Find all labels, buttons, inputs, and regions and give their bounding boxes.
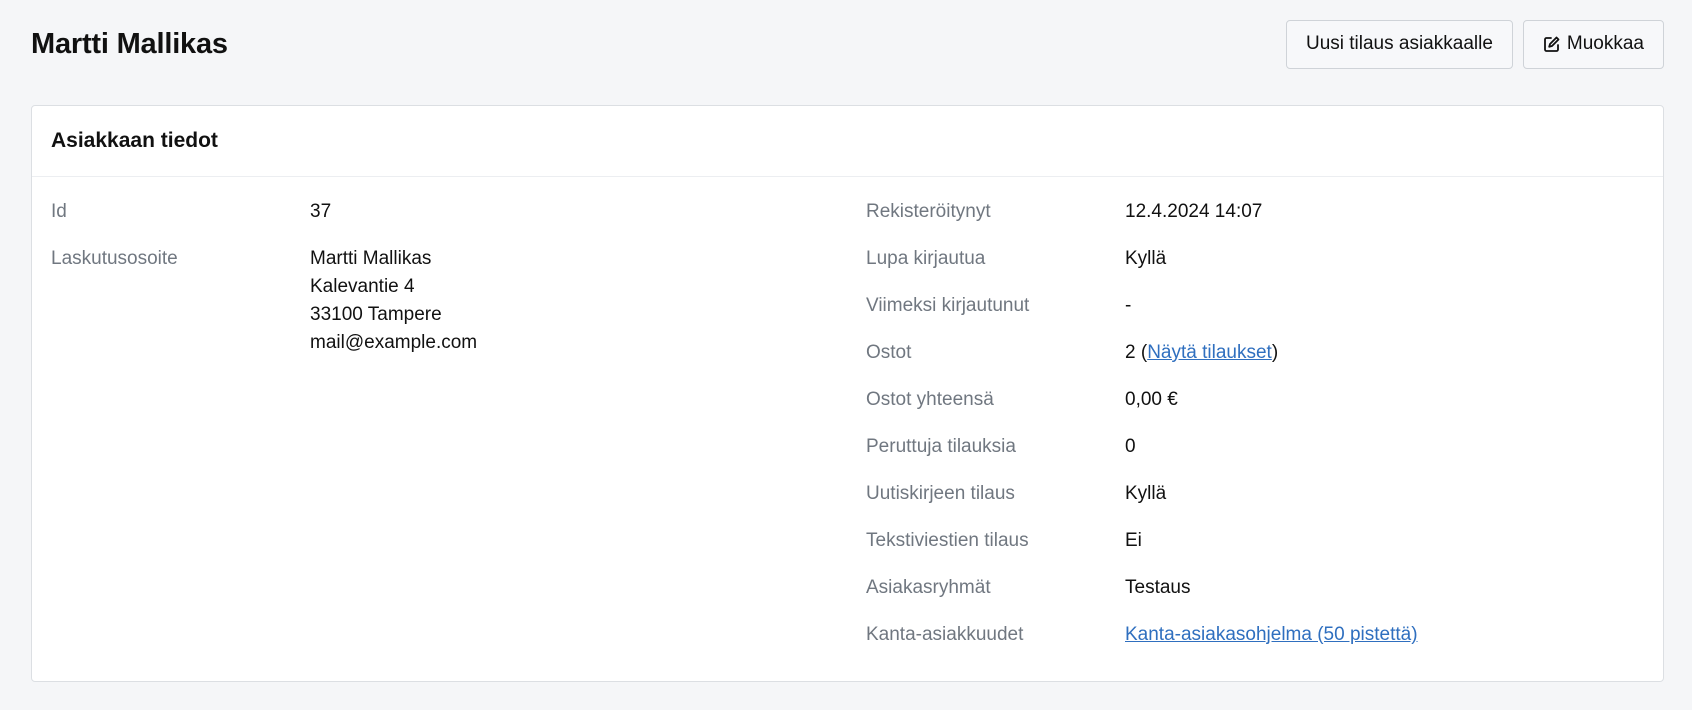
loyalty-program-link[interactable]: Kanta-asiakasohjelma (50 pistettä) (1125, 624, 1418, 645)
new-order-button-label: Uusi tilaus asiakkaalle (1305, 33, 1493, 54)
billing-address: Martti Mallikas Kalevantie 4 33100 Tampe… (310, 245, 477, 357)
field-label: Lupa kirjautua (866, 248, 986, 269)
header-actions: Uusi tilaus asiakkaalle Muokkaa (1285, 19, 1664, 69)
field-billing-address: Laskutusosoite Martti Mallikas Kalevanti… (51, 245, 831, 357)
customer-info-card: Asiakkaan tiedot Id 37 Laskutusosoite Ma… (31, 105, 1664, 682)
customer-page: Martti Mallikas Uusi tilaus asiakkaalle … (0, 0, 1692, 710)
field-label: Ostot (866, 342, 912, 363)
field-label: Kanta-asiakkuudet (866, 624, 1024, 645)
billing-email: mail@example.com (310, 332, 478, 353)
field-id: Id 37 (51, 198, 831, 226)
field-sms: Tekstiviestien tilaus Ei (866, 527, 1646, 555)
billing-street: Kalevantie 4 (310, 276, 415, 297)
page-header: Martti Mallikas Uusi tilaus asiakkaalle … (31, 18, 1664, 70)
field-label: Uutiskirjeen tilaus (866, 483, 1015, 504)
field-value: 0 (1125, 436, 1136, 457)
field-newsletter: Uutiskirjeen tilaus Kyllä (866, 480, 1646, 508)
purchases-count: 2 (1125, 342, 1136, 363)
field-loyalty: Kanta-asiakkuudet Kanta-asiakasohjelma (… (866, 621, 1646, 649)
field-label: Viimeksi kirjautunut (866, 295, 1030, 316)
field-label: Laskutusosoite (51, 248, 178, 269)
field-label: Tekstiviestien tilaus (866, 530, 1029, 551)
field-value: Kyllä (1125, 248, 1167, 269)
card-header: Asiakkaan tiedot (32, 106, 1663, 177)
field-label: Ostot yhteensä (866, 389, 994, 410)
field-login-allowed: Lupa kirjautua Kyllä (866, 245, 1646, 273)
field-customer-groups: Asiakasryhmät Testaus (866, 574, 1646, 602)
field-purchases-total: Ostot yhteensä 0,00 € (866, 386, 1646, 414)
show-orders-link[interactable]: Näytä tilaukset (1147, 342, 1272, 363)
field-cancelled-orders: Peruttuja tilauksia 0 (866, 433, 1646, 461)
field-purchases: Ostot 2 (Näytä tilaukset) (866, 339, 1646, 367)
field-value: Testaus (1125, 577, 1191, 598)
field-value: Kanta-asiakasohjelma (50 pistettä) (1125, 621, 1418, 649)
field-label: Asiakasryhmät (866, 577, 991, 598)
field-last-login: Viimeksi kirjautunut - (866, 292, 1646, 320)
edit-button-label: Muokkaa (1566, 33, 1644, 54)
field-value: 0,00 € (1125, 389, 1178, 410)
field-label: Peruttuja tilauksia (866, 436, 1016, 457)
field-label: Id (51, 201, 67, 222)
purchases-close-paren: ) (1271, 342, 1279, 363)
field-value: Ei (1125, 530, 1142, 551)
field-registered: Rekisteröitynyt 12.4.2024 14:07 (866, 198, 1646, 226)
field-label: Rekisteröitynyt (866, 201, 991, 222)
edit-icon (1543, 35, 1561, 53)
billing-city: 33100 Tampere (310, 304, 442, 325)
new-order-button[interactable]: Uusi tilaus asiakkaalle (1285, 19, 1513, 69)
purchases-open-paren: ( (1135, 342, 1148, 363)
field-value: - (1125, 295, 1132, 316)
field-value: 12.4.2024 14:07 (1125, 201, 1263, 222)
field-value: Kyllä (1125, 483, 1167, 504)
left-column: Id 37 Laskutusosoite Martti Mallikas Kal… (51, 198, 831, 357)
right-column: Rekisteröitynyt 12.4.2024 14:07 Lupa kir… (866, 198, 1646, 649)
card-title: Asiakkaan tiedot (51, 129, 218, 152)
edit-button[interactable]: Muokkaa (1522, 19, 1664, 69)
field-value: 37 (310, 201, 332, 222)
billing-name: Martti Mallikas (310, 248, 432, 269)
field-value: 2 (Näytä tilaukset) (1125, 339, 1278, 367)
page-title: Martti Mallikas (31, 27, 228, 60)
